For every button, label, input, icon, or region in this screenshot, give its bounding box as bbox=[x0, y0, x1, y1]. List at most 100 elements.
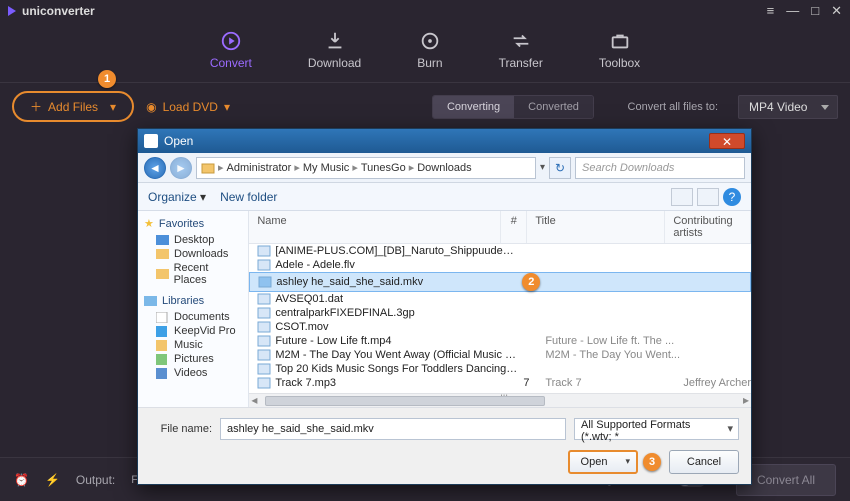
convert-to-label: Convert all files to: bbox=[628, 101, 718, 113]
tab-label: Transfer bbox=[499, 56, 543, 70]
file-row[interactable]: [ANIME-PLUS.COM]_[DB]_Naruto_Shippuuden_… bbox=[249, 244, 751, 258]
file-icon bbox=[257, 349, 271, 361]
file-name: AVSEQ01.dat bbox=[275, 293, 519, 305]
h-scrollbar[interactable]: ||| bbox=[249, 393, 751, 407]
file-icon bbox=[257, 293, 271, 305]
col-num[interactable]: # bbox=[501, 211, 527, 243]
tab-label: Burn bbox=[417, 56, 442, 70]
file-row[interactable]: ashley he_said_she_said.mkv2 bbox=[249, 272, 751, 292]
load-dvd-label: Load DVD bbox=[163, 100, 218, 114]
col-name[interactable]: Name bbox=[249, 211, 501, 243]
file-row[interactable]: Adele - Adele.flv bbox=[249, 258, 751, 272]
breadcrumb[interactable]: ▸ Administrator▸ My Music▸ TunesGo▸ Down… bbox=[196, 157, 536, 179]
download-icon bbox=[324, 30, 346, 52]
file-row[interactable]: Track 7.mp37Track 7Jeffrey Archer bbox=[249, 376, 751, 390]
dialog-footer: File name: All Supported Formats (*.wtv;… bbox=[138, 407, 751, 484]
transfer-icon bbox=[510, 30, 532, 52]
file-icon bbox=[257, 259, 271, 271]
scroll-thumb[interactable] bbox=[265, 396, 545, 406]
tab-label: Convert bbox=[210, 56, 252, 70]
crumb[interactable]: My Music bbox=[303, 162, 349, 174]
tab-convert[interactable]: Convert bbox=[210, 30, 252, 70]
convert-icon bbox=[220, 30, 242, 52]
forward-button[interactable]: ► bbox=[170, 157, 192, 179]
file-name: Adele - Adele.flv bbox=[275, 259, 519, 271]
dialog-body: ★Favorites Desktop Downloads Recent Plac… bbox=[138, 211, 751, 407]
dialog-close-button[interactable]: ✕ bbox=[709, 133, 745, 149]
nav-tree: ★Favorites Desktop Downloads Recent Plac… bbox=[138, 211, 249, 407]
file-row[interactable]: CSOT.mov bbox=[249, 320, 751, 334]
preview-pane-button[interactable] bbox=[697, 188, 719, 206]
filename-input[interactable] bbox=[220, 418, 566, 440]
crumb[interactable]: Downloads bbox=[417, 162, 471, 174]
dialog-nav: ◄ ► ▸ Administrator▸ My Music▸ TunesGo▸ … bbox=[138, 153, 751, 183]
file-row[interactable]: AVSEQ01.dat bbox=[249, 292, 751, 306]
tree-documents[interactable]: Documents bbox=[144, 310, 242, 324]
search-input[interactable]: Search Downloads bbox=[575, 157, 745, 179]
tab-transfer[interactable]: Transfer bbox=[499, 30, 543, 70]
crumb[interactable]: Administrator bbox=[227, 162, 292, 174]
tab-label: Toolbox bbox=[599, 56, 640, 70]
open-button[interactable]: Open bbox=[568, 450, 638, 474]
file-name: M2M - The Day You Went Away (Official Mu… bbox=[275, 349, 519, 361]
seg-converting[interactable]: Converting bbox=[433, 96, 514, 118]
burn-icon bbox=[419, 30, 441, 52]
file-row[interactable]: M2M - The Day You Went Away (Official Mu… bbox=[249, 348, 751, 362]
format-select[interactable]: MP4 Video bbox=[738, 95, 838, 119]
view-buttons: ? bbox=[671, 188, 741, 206]
tree-keepvid[interactable]: KeepVid Pro bbox=[144, 324, 242, 338]
back-button[interactable]: ◄ bbox=[144, 157, 166, 179]
file-row[interactable]: Top 20 Kids Music Songs For Toddlers Dan… bbox=[249, 362, 751, 376]
menu-icon[interactable]: ≡ bbox=[767, 3, 775, 19]
maximize-icon[interactable]: □ bbox=[811, 3, 819, 19]
tab-toolbox[interactable]: Toolbox bbox=[599, 30, 640, 70]
file-filter-select[interactable]: All Supported Formats (*.wtv; * bbox=[574, 418, 739, 440]
new-folder-button[interactable]: New folder bbox=[220, 190, 277, 204]
tree-downloads[interactable]: Downloads bbox=[144, 247, 242, 261]
tree-group-libraries[interactable]: Libraries bbox=[144, 295, 242, 307]
tab-download[interactable]: Download bbox=[308, 30, 361, 70]
tab-burn[interactable]: Burn bbox=[417, 30, 442, 70]
file-row[interactable]: centralparkFIXEDFINAL.3gp bbox=[249, 306, 751, 320]
crumb[interactable]: TunesGo bbox=[361, 162, 406, 174]
file-track-num: 7 bbox=[519, 377, 545, 389]
help-button[interactable]: ? bbox=[723, 188, 741, 206]
view-mode-button[interactable] bbox=[671, 188, 693, 206]
clock-icon[interactable]: ⏰ bbox=[14, 473, 29, 487]
file-row[interactable]: Future - Low Life ft.mp4 Future - Low Lif… bbox=[249, 334, 751, 348]
callout-badge-3: 3 bbox=[643, 453, 661, 471]
close-icon[interactable]: ✕ bbox=[831, 3, 842, 19]
file-icon bbox=[257, 363, 271, 375]
tree-recent[interactable]: Recent Places bbox=[144, 261, 242, 287]
tree-group-favorites[interactable]: ★Favorites bbox=[144, 217, 242, 230]
file-title: M2M - The Day You Went... bbox=[545, 349, 683, 361]
load-dvd-button[interactable]: ◉ Load DVD ▾ bbox=[146, 100, 230, 114]
minimize-icon[interactable]: — bbox=[786, 3, 799, 19]
dialog-toolbar: Organize New folder ? bbox=[138, 183, 751, 211]
seg-converted[interactable]: Converted bbox=[514, 96, 593, 118]
file-title: Future - Low Life ft. The ... bbox=[545, 335, 683, 347]
file-list: Name # Title Contributing artists [ANIME… bbox=[249, 211, 751, 407]
chevron-down-icon: ▾ bbox=[224, 100, 230, 114]
tree-videos[interactable]: Videos bbox=[144, 366, 242, 380]
file-name: Future - Low Life ft.mp4 bbox=[275, 335, 519, 347]
add-files-button[interactable]: ＋ Add Files ▾ bbox=[12, 91, 134, 122]
tree-music[interactable]: Music bbox=[144, 338, 242, 352]
add-files-label: Add Files bbox=[48, 100, 98, 114]
column-headers[interactable]: Name # Title Contributing artists bbox=[249, 211, 751, 244]
bolt-icon[interactable]: ⚡ bbox=[45, 473, 60, 487]
col-title[interactable]: Title bbox=[527, 211, 665, 243]
tree-desktop[interactable]: Desktop bbox=[144, 233, 242, 247]
cancel-button[interactable]: Cancel bbox=[669, 450, 739, 474]
refresh-button[interactable]: ↻ bbox=[549, 157, 571, 179]
file-icon bbox=[257, 245, 271, 257]
col-artist[interactable]: Contributing artists bbox=[665, 211, 751, 243]
dialog-titlebar[interactable]: Open ✕ bbox=[138, 129, 751, 153]
organize-menu[interactable]: Organize bbox=[148, 190, 206, 204]
app-title: uniconverter bbox=[22, 4, 95, 18]
file-title: Track 7 bbox=[545, 377, 683, 389]
file-rows: [ANIME-PLUS.COM]_[DB]_Naruto_Shippuuden_… bbox=[249, 244, 751, 393]
callout-badge-2: 2 bbox=[522, 273, 540, 291]
tree-pictures[interactable]: Pictures bbox=[144, 352, 242, 366]
file-name: ashley he_said_she_said.mkv bbox=[276, 276, 520, 288]
